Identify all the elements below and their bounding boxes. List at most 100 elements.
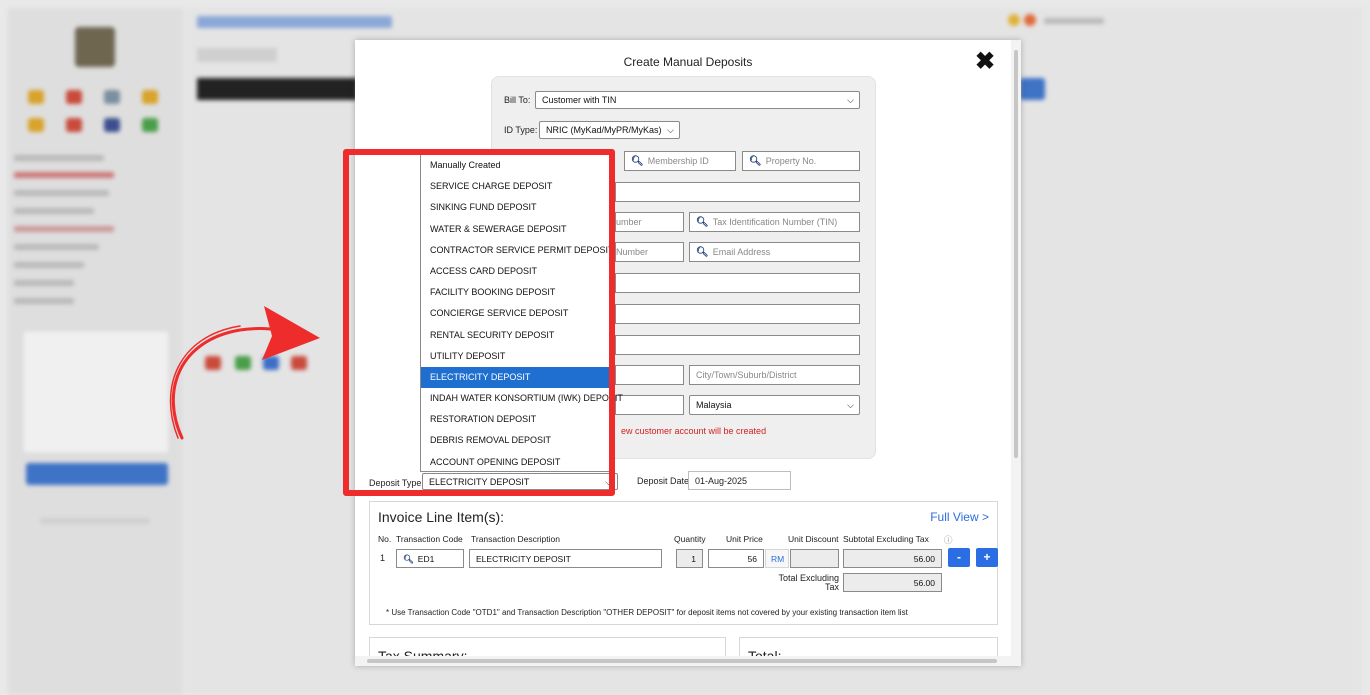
chevron-down-icon: ⌵ (605, 477, 612, 487)
search-icon: 🔍︎ (403, 554, 414, 564)
dropdown-option[interactable]: DEBRIS REMOVAL DEPOSIT (421, 430, 611, 451)
dropdown-option[interactable]: ACCESS CARD DEPOSIT (421, 261, 611, 282)
total-excluding-tax-label: Total Excluding Tax (777, 574, 839, 592)
background-app-icon (28, 118, 44, 132)
background-header-bar (197, 78, 357, 100)
contact-number-field[interactable]: Number (615, 242, 684, 262)
dropdown-option[interactable]: INDAH WATER KONSORTIUM (IWK) DEPOSIT (421, 388, 623, 409)
invoice-line-items-section: Invoice Line Item(s): Full View > No. Tr… (369, 501, 998, 625)
background-app-icon (235, 356, 251, 370)
country-select[interactable]: Malaysia ⌵ (689, 395, 860, 415)
subtotal-field: 56.00 (843, 549, 942, 568)
property-no-field[interactable]: 🔍︎ Property No. (742, 151, 860, 171)
currency-toggle[interactable]: RM (765, 549, 789, 568)
email-field[interactable]: 🔍︎ Email Address (689, 242, 860, 262)
membership-id-field[interactable]: 🔍︎ Membership ID (624, 151, 736, 171)
transaction-description-field[interactable]: ELECTRICITY DEPOSIT (469, 549, 662, 568)
row-number: 1 (380, 553, 386, 563)
bill-to-value: Customer with TIN (542, 95, 617, 105)
city-field[interactable]: City/Town/Suburb/District (689, 365, 860, 385)
chevron-down-icon: ⌵ (847, 95, 854, 105)
column-header-description: Transaction Description (471, 534, 560, 544)
quantity-field[interactable]: 1 (676, 549, 703, 568)
dropdown-option[interactable]: RESTORATION DEPOSIT (421, 409, 611, 430)
background-app-icon (142, 118, 158, 132)
close-icon[interactable]: ✖ (974, 50, 996, 74)
vertical-scrollbar[interactable] (1011, 40, 1021, 666)
background-menu-line (14, 280, 74, 286)
dropdown-option[interactable]: WATER & SEWERAGE DEPOSIT (421, 219, 611, 240)
deposit-type-value: ELECTRICITY DEPOSIT (429, 477, 530, 487)
deposit-date-field[interactable]: 01-Aug-2025 (688, 471, 791, 490)
dropdown-option-selected[interactable]: ELECTRICITY DEPOSIT (421, 366, 611, 389)
background-card (22, 330, 170, 454)
id-type-label: ID Type: (504, 125, 538, 135)
id-type-select[interactable]: NRIC (MyKad/MyPR/MyKas) ⌵ (539, 121, 680, 139)
transaction-code-value: ED1 (417, 554, 435, 564)
property-no-placeholder: Property No. (765, 156, 817, 166)
remove-line-button[interactable]: - (948, 548, 970, 567)
column-header-unit-discount: Unit Discount (788, 534, 839, 544)
search-icon: 🔍︎ (631, 156, 644, 167)
dropdown-option[interactable]: CONTRACTOR SERVICE PERMIT DEPOSIT (421, 240, 614, 261)
dropdown-option[interactable]: SERVICE CHARGE DEPOSIT (421, 176, 611, 197)
transaction-code-footnote: * Use Transaction Code "OTD1" and Transa… (386, 608, 908, 617)
unit-discount-field[interactable] (790, 549, 839, 568)
vertical-scrollbar-thumb[interactable] (1014, 50, 1018, 458)
dropdown-option[interactable]: ACCOUNT OPENING DEPOSIT (421, 452, 611, 473)
background-menu-line (14, 226, 114, 232)
background-logo (75, 27, 115, 67)
transaction-code-field[interactable]: 🔍︎ ED1 (396, 549, 464, 568)
background-menu-line (14, 172, 114, 178)
tin-field[interactable]: 🔍︎ Tax Identification Number (TIN) (689, 212, 860, 232)
dropdown-option[interactable]: UTILITY DEPOSIT (421, 346, 611, 367)
tin-placeholder: Tax Identification Number (TIN) (712, 217, 838, 227)
background-breadcrumb (197, 16, 392, 28)
horizontal-scrollbar-thumb[interactable] (367, 659, 997, 663)
address-line-3-field[interactable] (615, 335, 860, 355)
deposit-type-dropdown: Manually Created SERVICE CHARGE DEPOSIT … (420, 154, 623, 473)
total-excluding-tax-label-line2: Tax (824, 582, 839, 592)
registration-number-field[interactable]: umber (615, 212, 684, 232)
dropdown-option[interactable]: RENTAL SECURITY DEPOSIT (421, 325, 611, 346)
column-header-no: No. (378, 534, 392, 544)
full-view-link[interactable]: Full View > (930, 510, 989, 524)
chevron-down-icon: ⌵ (667, 125, 674, 135)
registration-number-partial: umber (616, 217, 642, 227)
dropdown-option[interactable]: FACILITY BOOKING DEPOSIT (421, 282, 611, 303)
info-icon: ⓘ (944, 535, 953, 545)
background-app-icon (28, 90, 44, 104)
membership-id-placeholder: Membership ID (647, 156, 709, 166)
customer-name-field[interactable] (615, 182, 860, 202)
address-line-1-field[interactable] (615, 273, 860, 293)
address-line-2-field[interactable] (615, 304, 860, 324)
dropdown-option[interactable]: Manually Created (421, 155, 611, 176)
postcode-field[interactable] (615, 365, 684, 385)
dropdown-option[interactable]: CONCIERGE SERVICE DEPOSIT (421, 303, 611, 324)
unit-price-field[interactable]: 56 (708, 549, 764, 568)
city-placeholder: City/Town/Suburb/District (696, 370, 797, 380)
background-button (1020, 78, 1045, 100)
add-line-button[interactable]: + (976, 548, 998, 567)
chevron-down-icon: ⌵ (847, 400, 854, 410)
state-field[interactable] (615, 395, 684, 415)
new-account-notice: ew customer account will be created (621, 426, 767, 436)
bill-to-select[interactable]: Customer with TIN ⌵ (535, 91, 860, 109)
deposit-type-select[interactable]: ELECTRICITY DEPOSIT ⌵ (422, 473, 618, 490)
country-value: Malaysia (696, 400, 732, 410)
background-menu-line (14, 208, 94, 214)
id-type-value: NRIC (MyKad/MyPR/MyKas) (546, 125, 662, 135)
search-icon: 🔍︎ (696, 217, 709, 228)
background-menu-line (14, 190, 109, 196)
dropdown-option[interactable]: SINKING FUND DEPOSIT (421, 197, 611, 218)
background-app-icon (104, 90, 120, 104)
column-header-code: Transaction Code (396, 534, 463, 544)
horizontal-scrollbar[interactable] (355, 656, 1011, 666)
background-app-icon (66, 90, 82, 104)
column-header-unit-price: Unit Price (726, 534, 763, 544)
column-header-quantity: Quantity (674, 534, 706, 544)
background-app-icon (66, 118, 82, 132)
background-app-icon (104, 118, 120, 132)
background-menu-line (14, 298, 74, 304)
background-topbar-icon (1024, 14, 1036, 26)
